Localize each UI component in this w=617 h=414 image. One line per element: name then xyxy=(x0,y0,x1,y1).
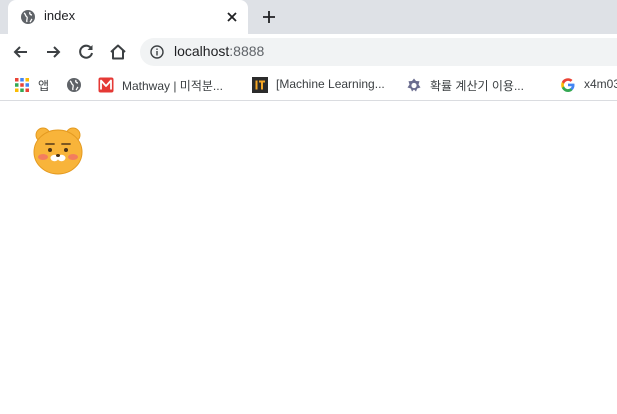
google-g-icon xyxy=(561,78,575,92)
url-text[interactable]: localhost:8888 xyxy=(174,43,264,59)
globe-icon xyxy=(21,10,35,24)
tab-index[interactable]: index xyxy=(8,0,248,34)
bookmark-label: 확률 계산기 이용... xyxy=(430,79,524,93)
bookmark-x4m03[interactable]: x4m03 xyxy=(560,76,617,94)
home-icon[interactable] xyxy=(108,42,128,62)
tab-title: index xyxy=(44,8,76,23)
bookmarks-bar: 앱 Mathway | 미적분... [Machine Learning... … xyxy=(0,70,617,101)
ryan-character-image xyxy=(33,127,83,175)
url-port: :8888 xyxy=(229,43,265,59)
address-bar[interactable]: localhost:8888 xyxy=(140,38,617,66)
globe-icon xyxy=(67,78,81,92)
reload-icon[interactable] xyxy=(76,42,96,62)
info-icon[interactable] xyxy=(150,45,164,59)
bookmark-globe[interactable] xyxy=(66,76,84,94)
close-icon[interactable] xyxy=(224,9,240,25)
url-host: localhost xyxy=(174,43,230,59)
tab-strip: index xyxy=(0,0,617,34)
toolbar: localhost:8888 xyxy=(0,34,617,70)
bookmark-mathway[interactable]: Mathway | 미적분... xyxy=(98,76,238,94)
arrow-left-icon[interactable] xyxy=(11,42,31,62)
gear-flower-icon xyxy=(407,78,421,92)
bookmark-apps[interactable]: 앱 xyxy=(14,76,54,94)
bookmark-probability-calculator[interactable]: 확률 계산기 이용... xyxy=(406,76,541,94)
plus-icon[interactable] xyxy=(260,8,278,26)
mathway-icon xyxy=(98,77,114,93)
bookmark-label: Mathway | 미적분... xyxy=(122,79,223,93)
arrow-right-icon[interactable] xyxy=(43,42,63,62)
bookmark-label: [Machine Learning... xyxy=(276,77,385,91)
apps-grid-icon xyxy=(15,78,29,92)
it-logo-icon xyxy=(252,77,268,93)
bookmark-label: 앱 xyxy=(38,79,50,93)
bookmark-machine-learning[interactable]: [Machine Learning... xyxy=(252,76,392,94)
bookmark-label: x4m03 xyxy=(584,77,617,91)
page-content xyxy=(0,101,617,414)
